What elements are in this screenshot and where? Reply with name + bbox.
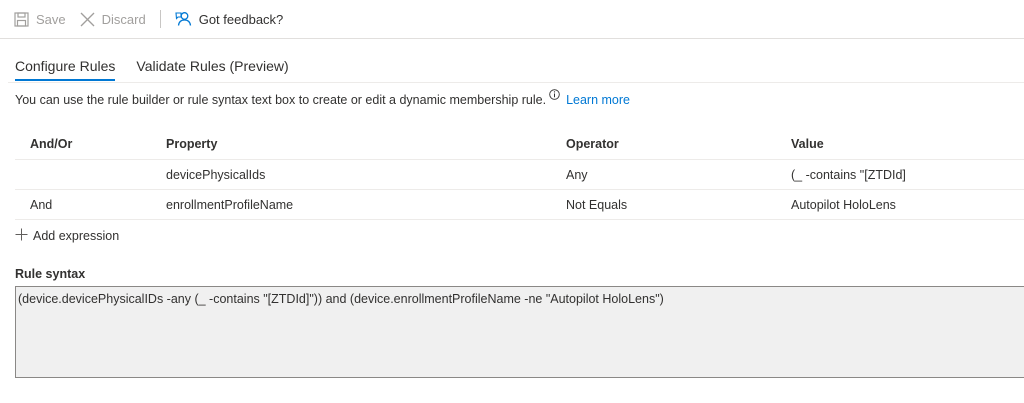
command-bar: Save Discard Got feedback? (0, 0, 1024, 39)
description: You can use the rule builder or rule syn… (15, 89, 630, 107)
cell-operator: Not Equals (566, 189, 791, 220)
rule-syntax-textbox[interactable]: (device.devicePhysicalIDs -any (_ -conta… (15, 286, 1024, 378)
column-header-and-or: And/Or (15, 128, 166, 160)
table-row[interactable]: devicePhysicalIds Any (_ -contains "[ZTD… (15, 159, 1024, 190)
add-expression-label: Add expression (33, 229, 120, 243)
feedback-button[interactable]: Got feedback? (175, 11, 284, 27)
discard-icon (80, 12, 95, 27)
learn-more-link[interactable]: Learn more (566, 93, 630, 107)
info-icon[interactable] (549, 89, 560, 103)
description-text: You can use the rule builder or rule syn… (15, 93, 547, 107)
cell-and-or: And (15, 189, 166, 220)
tab-configure-rules[interactable]: Configure Rules (15, 52, 116, 81)
tab-list: Configure Rules Validate Rules (Preview) (15, 52, 310, 81)
tabs-divider (8, 82, 1024, 83)
column-header-operator: Operator (566, 128, 791, 160)
cell-and-or (15, 159, 166, 190)
save-button[interactable]: Save (14, 12, 66, 27)
tab-validate-rules[interactable]: Validate Rules (Preview) (136, 52, 288, 81)
discard-button[interactable]: Discard (80, 12, 146, 27)
toolbar-divider (159, 10, 161, 28)
rules-table: And/Or Property Operator Value devicePhy… (15, 128, 1024, 220)
feedback-icon (175, 11, 192, 27)
cell-value: Autopilot HoloLens (791, 189, 1024, 220)
save-label: Save (36, 11, 66, 27)
column-header-value: Value (791, 128, 1024, 160)
cell-value: (_ -contains "[ZTDId] (791, 159, 1024, 190)
add-icon (15, 228, 33, 244)
cell-property: enrollmentProfileName (166, 189, 566, 220)
cell-property: devicePhysicalIds (166, 159, 566, 190)
cell-operator: Any (566, 159, 791, 190)
rule-syntax-label: Rule syntax (15, 267, 86, 281)
add-expression-button[interactable]: Add expression (15, 228, 119, 244)
table-row[interactable]: And enrollmentProfileName Not Equals Aut… (15, 189, 1024, 220)
feedback-label: Got feedback? (198, 11, 284, 27)
discard-label: Discard (101, 11, 146, 27)
column-header-property: Property (166, 128, 566, 160)
save-icon (14, 11, 29, 27)
table-header-row: And/Or Property Operator Value (15, 128, 1024, 160)
